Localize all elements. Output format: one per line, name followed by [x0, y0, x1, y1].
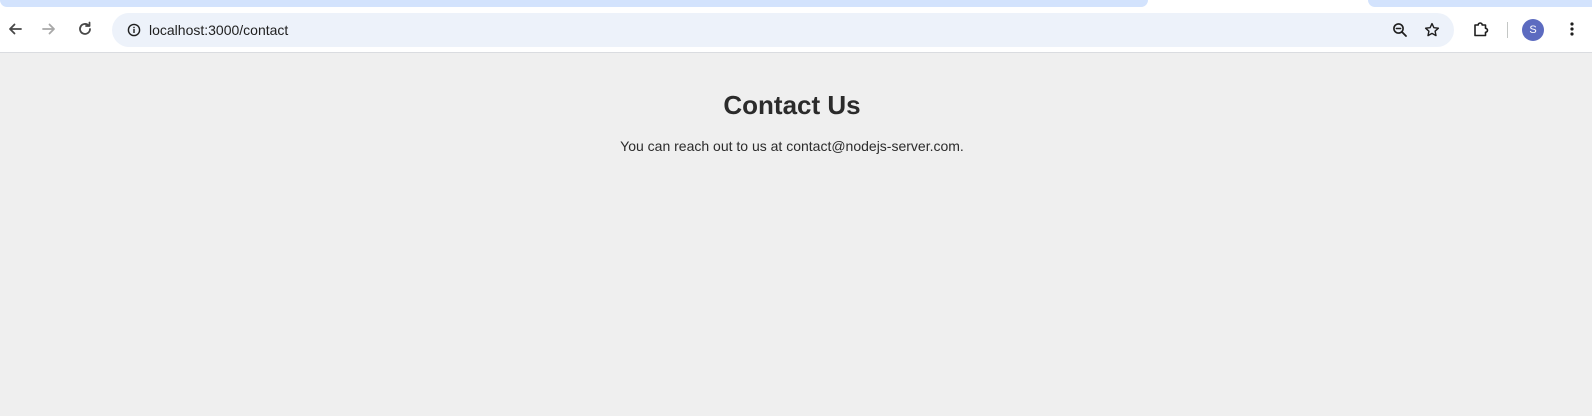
- toolbar-divider: [1507, 22, 1508, 38]
- zoom-button[interactable]: [1386, 16, 1414, 44]
- browser-toolbar: localhost:3000/contact S: [0, 8, 1592, 53]
- puzzle-icon: [1474, 22, 1489, 37]
- reload-button[interactable]: [70, 14, 100, 44]
- page-content: Contact Us You can reach out to us at co…: [0, 53, 1592, 416]
- zoom-out-icon: [1393, 23, 1407, 37]
- forward-button[interactable]: [34, 14, 64, 44]
- arrow-left-icon: [9, 23, 22, 35]
- arrow-right-icon: [42, 23, 55, 35]
- bookmark-button[interactable]: [1418, 16, 1446, 44]
- kebab-menu-icon: [1570, 22, 1574, 36]
- info-icon: [127, 23, 141, 37]
- address-bar[interactable]: localhost:3000/contact: [112, 13, 1454, 47]
- contact-text: You can reach out to us at contact@nodej…: [620, 138, 964, 154]
- browser-menu-button[interactable]: [1557, 14, 1587, 44]
- tab-strip: [0, 0, 1592, 8]
- site-info-button[interactable]: [120, 16, 148, 44]
- extensions-button[interactable]: [1466, 14, 1496, 44]
- reload-icon: [79, 21, 91, 35]
- star-icon: [1424, 22, 1440, 37]
- tab-strip-left[interactable]: [0, 0, 1148, 7]
- page-title: Contact Us: [723, 90, 861, 120]
- url-text[interactable]: localhost:3000/contact: [149, 13, 288, 47]
- profile-avatar[interactable]: S: [1522, 19, 1544, 41]
- back-button[interactable]: [0, 14, 30, 44]
- tab-strip-right[interactable]: [1368, 0, 1592, 7]
